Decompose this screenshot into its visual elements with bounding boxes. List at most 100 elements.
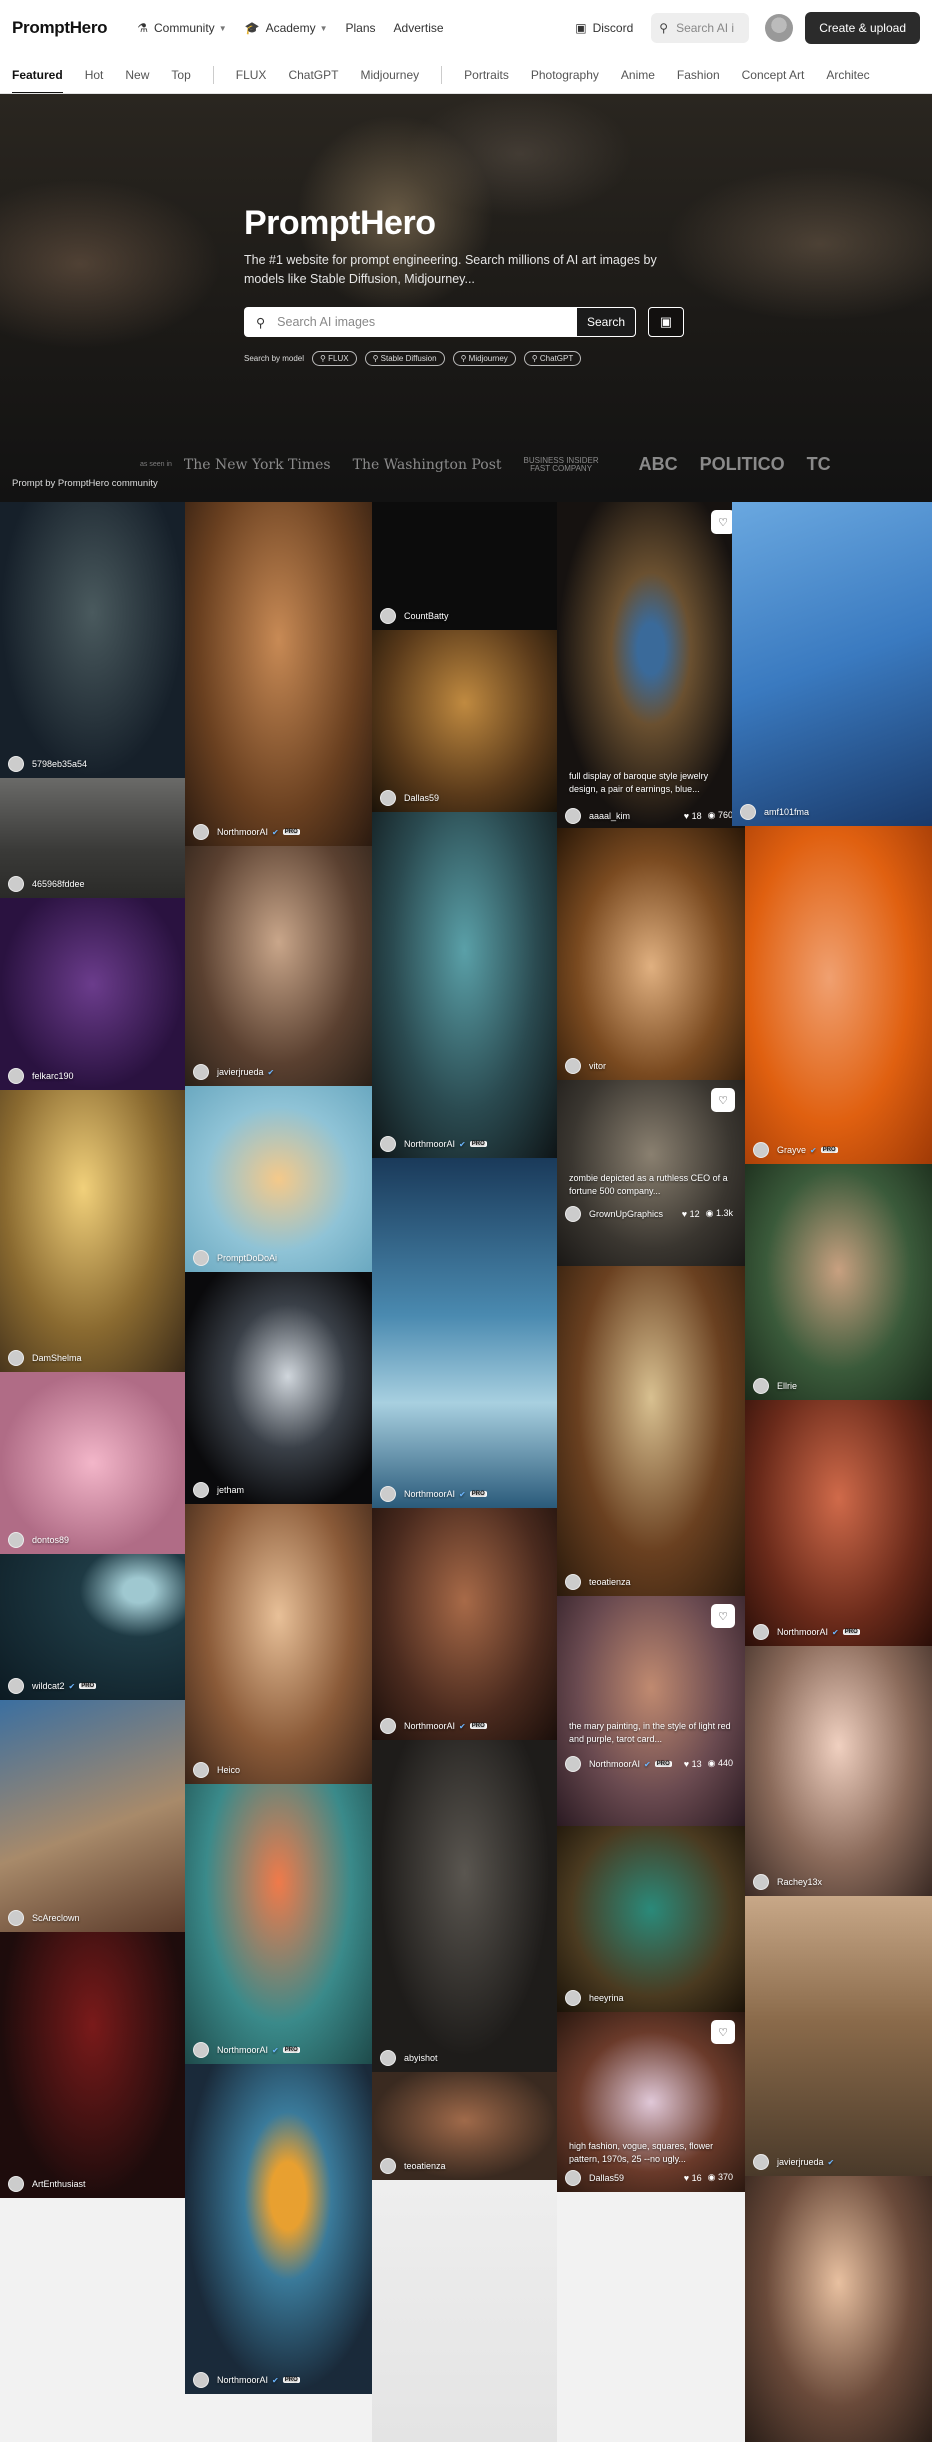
image-card[interactable]: teoatienza: [557, 1266, 745, 1596]
image-card[interactable]: heeyrina: [557, 1826, 745, 2012]
image-author[interactable]: NorthmoorAI ✔ PRO: [193, 2372, 300, 2388]
image-card[interactable]: Rachey13x: [745, 1646, 932, 1896]
model-chip-chatgpt[interactable]: ⚲ ChatGPT: [523, 351, 582, 366]
image-author[interactable]: abyishot: [380, 2050, 438, 2066]
nav-advertise[interactable]: Advertise: [394, 21, 444, 35]
image-author[interactable]: heeyrina: [565, 1990, 624, 2006]
image-card[interactable]: jetham: [185, 1272, 372, 1504]
image-search-button[interactable]: ▣: [648, 307, 685, 337]
image-card[interactable]: amf101fma: [732, 502, 932, 826]
image-card[interactable]: NorthmoorAI ✔ PRO: [372, 1508, 557, 1740]
image-card[interactable]: wildcat2 ✔ PRO: [0, 1554, 185, 1700]
image-card[interactable]: Heico: [185, 1504, 372, 1784]
tab-hot[interactable]: Hot: [85, 56, 104, 93]
image-card[interactable]: abyishot: [372, 1740, 557, 2072]
image-author[interactable]: PromptDoDoAi: [193, 1250, 277, 1266]
image-author[interactable]: javierjrueda ✔: [193, 1064, 274, 1080]
image-author[interactable]: NorthmoorAI ✔ PRO: [380, 1718, 487, 1734]
nav-community[interactable]: ⚗ Community ▼: [137, 21, 226, 35]
image-author[interactable]: NorthmoorAI ✔ PRO: [193, 824, 300, 840]
image-author[interactable]: amf101fma: [740, 804, 809, 820]
tab-chatgpt[interactable]: ChatGPT: [288, 56, 338, 93]
image-author[interactable]: felkarc190: [8, 1068, 74, 1084]
image-author[interactable]: jetham: [193, 1482, 244, 1498]
tab-concept-art[interactable]: Concept Art: [742, 56, 805, 93]
image-card[interactable]: vitor: [557, 828, 745, 1080]
image-card[interactable]: ArtEnthusiast: [0, 1932, 185, 2198]
discord-link[interactable]: ▣ Discord: [575, 21, 633, 35]
create-upload-button[interactable]: Create & upload: [805, 12, 920, 44]
image-card[interactable]: javierjrueda ✔: [745, 1896, 932, 2176]
image-author[interactable]: ScAreclown: [8, 1910, 80, 1926]
model-chip-flux[interactable]: ⚲ FLUX: [312, 351, 357, 366]
image-author[interactable]: Ellrie: [753, 1378, 797, 1394]
tab-fashion[interactable]: Fashion: [677, 56, 720, 93]
tab-photography[interactable]: Photography: [531, 56, 599, 93]
image-author[interactable]: 465968fddee: [8, 876, 85, 892]
image-card[interactable]: ♡ zombie depicted as a ruthless CEO of a …: [557, 1080, 745, 1266]
image-card[interactable]: NorthmoorAI ✔ PRO: [372, 812, 557, 1158]
image-author[interactable]: GrownUpGraphics: [565, 1206, 663, 1222]
tab-flux[interactable]: FLUX: [236, 56, 267, 93]
image-author[interactable]: javierjrueda ✔: [753, 2154, 834, 2170]
image-author[interactable]: teoatienza: [380, 2158, 446, 2174]
hero-search-input[interactable]: ⚲ Search AI images: [244, 307, 576, 337]
image-card[interactable]: ♡ high fashion, vogue, squares, flower pa…: [557, 2012, 745, 2192]
image-author[interactable]: CountBatty: [380, 608, 449, 624]
model-chip-midjourney[interactable]: ⚲ Midjourney: [452, 351, 516, 366]
image-card[interactable]: NorthmoorAI ✔ PRO: [185, 2064, 372, 2394]
image-author[interactable]: NorthmoorAI ✔ PRO: [380, 1136, 487, 1152]
image-author[interactable]: NorthmoorAI ✔ PRO: [380, 1486, 487, 1502]
image-author[interactable]: Dallas59: [380, 790, 439, 806]
tab-featured[interactable]: Featured: [12, 56, 63, 93]
tab-new[interactable]: New: [125, 56, 149, 93]
hero-search-button[interactable]: Search: [576, 307, 637, 337]
image-card[interactable]: NorthmoorAI ✔ PRO: [185, 502, 372, 846]
user-avatar[interactable]: [765, 14, 794, 42]
image-card[interactable]: NorthmoorAI ✔ PRO: [372, 1158, 557, 1508]
image-author[interactable]: wildcat2 ✔ PRO: [8, 1678, 97, 1694]
image-card[interactable]: [372, 2180, 557, 2442]
image-author[interactable]: ArtEnthusiast: [8, 2176, 86, 2192]
model-chip-stable-diffusion[interactable]: ⚲ Stable Diffusion: [364, 351, 445, 366]
image-card[interactable]: CountBatty: [372, 502, 557, 630]
image-author[interactable]: NorthmoorAI ✔ PRO: [193, 2042, 300, 2058]
image-author[interactable]: Rachey13x: [753, 1874, 822, 1890]
image-author[interactable]: teoatienza: [565, 1574, 631, 1590]
image-card[interactable]: NorthmoorAI ✔ PRO: [185, 1784, 372, 2064]
like-heart-icon[interactable]: ♡: [711, 1088, 735, 1112]
image-card[interactable]: Grayve ✔ PRO: [745, 826, 932, 1164]
image-card[interactable]: NorthmoorAI ✔ PRO: [745, 1400, 932, 1646]
tab-architecture[interactable]: Architec: [826, 56, 869, 93]
image-author[interactable]: dontos89: [8, 1532, 69, 1548]
image-author[interactable]: 5798eb35a54: [8, 756, 87, 772]
image-card[interactable]: ScAreclown: [0, 1700, 185, 1932]
image-card[interactable]: teoatienza: [372, 2072, 557, 2180]
image-card[interactable]: PromptDoDoAi: [185, 1086, 372, 1272]
image-author[interactable]: vitor: [565, 1058, 606, 1074]
tab-anime[interactable]: Anime: [621, 56, 655, 93]
image-card[interactable]: 465968fddee: [0, 778, 185, 898]
image-card[interactable]: Dallas59: [372, 630, 557, 812]
image-card[interactable]: ♡ full display of baroque style jewelry d…: [557, 502, 745, 828]
image-card[interactable]: [745, 2176, 932, 2442]
image-card[interactable]: dontos89: [0, 1372, 185, 1554]
like-heart-icon[interactable]: ♡: [711, 2020, 735, 2044]
image-author[interactable]: Heico: [193, 1762, 240, 1778]
image-card[interactable]: felkarc190: [0, 898, 185, 1090]
image-card[interactable]: javierjrueda ✔: [185, 846, 372, 1086]
nav-academy[interactable]: 🎓 Academy ▼: [245, 21, 328, 35]
image-author[interactable]: NorthmoorAI ✔ PRO: [565, 1756, 672, 1772]
image-card[interactable]: Ellrie: [745, 1164, 932, 1400]
image-author[interactable]: Dallas59: [565, 2170, 624, 2186]
image-card[interactable]: DamShelma: [0, 1090, 185, 1372]
image-author[interactable]: Grayve ✔ PRO: [753, 1142, 838, 1158]
tab-portraits[interactable]: Portraits: [464, 56, 509, 93]
site-logo[interactable]: PromptHero: [12, 18, 108, 38]
tab-midjourney[interactable]: Midjourney: [360, 56, 419, 93]
image-card[interactable]: ♡ the mary painting, in the style of ligh…: [557, 1596, 745, 1826]
nav-plans[interactable]: Plans: [346, 21, 376, 35]
image-author[interactable]: DamShelma: [8, 1350, 82, 1366]
image-card[interactable]: 5798eb35a54: [0, 502, 185, 778]
header-search-input[interactable]: ⚲ Search AI i: [651, 13, 750, 43]
